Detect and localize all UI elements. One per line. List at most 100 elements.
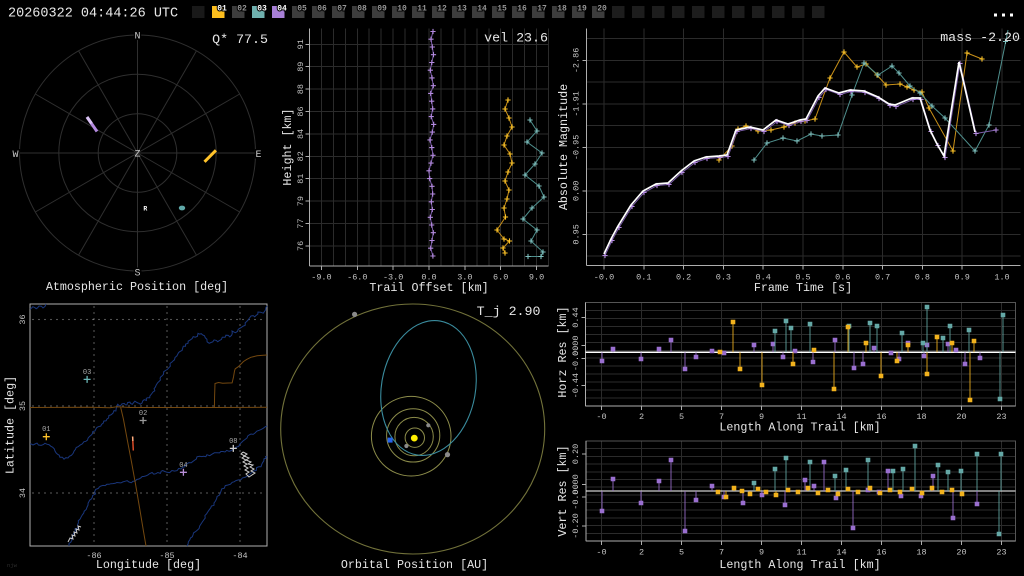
svg-text:2: 2	[639, 412, 644, 422]
svg-text:12: 12	[437, 5, 447, 14]
svg-text:Trail Offset [km]: Trail Offset [km]	[369, 281, 488, 295]
svg-text:Longitude [deg]: Longitude [deg]	[96, 558, 201, 572]
svg-text:14: 14	[836, 548, 846, 558]
svg-text:34: 34	[18, 488, 28, 498]
svg-text:mass -2.20: mass -2.20	[940, 30, 1020, 45]
svg-text:Frame Time [s]: Frame Time [s]	[754, 281, 852, 295]
svg-text:0.20: 0.20	[571, 444, 581, 464]
svg-text:23: 23	[996, 412, 1006, 422]
svg-text:20: 20	[956, 548, 966, 558]
svg-text:03: 03	[257, 5, 267, 14]
svg-text:04: 04	[277, 5, 287, 14]
svg-text:13: 13	[457, 5, 467, 14]
svg-text:76: 76	[296, 241, 306, 251]
svg-text:1.0: 1.0	[994, 273, 1009, 283]
svg-text:T_j 2.90: T_j 2.90	[477, 304, 541, 319]
svg-text:Atmospheric Position [deg]: Atmospheric Position [deg]	[46, 280, 228, 294]
svg-text:Length Along Trail [km]: Length Along Trail [km]	[719, 421, 880, 435]
svg-text:86: 86	[296, 106, 306, 116]
svg-text:-0: -0	[596, 412, 606, 422]
svg-text:0.9: 0.9	[955, 273, 970, 283]
svg-text:20: 20	[956, 412, 966, 422]
svg-text:91: 91	[296, 39, 306, 49]
svg-text:08: 08	[357, 5, 367, 14]
svg-text:N: N	[134, 32, 140, 43]
svg-text:E: E	[255, 150, 261, 161]
svg-text:Orbital Position [AU]: Orbital Position [AU]	[341, 558, 488, 572]
svg-text:20: 20	[597, 5, 607, 14]
svg-text:Latitude [deg]: Latitude [deg]	[3, 376, 17, 474]
svg-text:R: R	[143, 206, 147, 213]
svg-text:-0.95: -0.95	[572, 135, 582, 161]
svg-text:0.7: 0.7	[875, 273, 890, 283]
svg-text:11: 11	[417, 5, 427, 14]
svg-text:-0.20: -0.20	[571, 513, 581, 539]
svg-text:0.00: 0.00	[572, 181, 582, 201]
svg-text:84: 84	[296, 129, 306, 139]
svg-text:-0.0: -0.0	[594, 273, 614, 283]
svg-text:20260322 04:44:26 UTC: 20260322 04:44:26 UTC	[8, 7, 178, 22]
svg-text:0.2: 0.2	[676, 273, 691, 283]
svg-text:88: 88	[296, 84, 306, 94]
svg-text:Vert Res [km]: Vert Res [km]	[556, 445, 570, 536]
svg-text:89: 89	[296, 62, 306, 72]
svg-text:16: 16	[876, 548, 886, 558]
svg-text:06: 06	[317, 5, 327, 14]
svg-text:79: 79	[296, 196, 306, 206]
svg-text:0.8: 0.8	[915, 273, 930, 283]
svg-text:01: 01	[42, 426, 50, 434]
svg-text:-1.91: -1.91	[572, 91, 582, 117]
svg-text:0.44: 0.44	[571, 307, 581, 327]
svg-text:-0.00: -0.00	[571, 484, 581, 510]
svg-text:Horz Res [km]: Horz Res [km]	[556, 306, 570, 397]
svg-text:Absolute Magnitude: Absolute Magnitude	[557, 84, 571, 210]
svg-text:02: 02	[139, 410, 147, 418]
svg-text:njw: njw	[7, 562, 18, 569]
svg-text:-0.44: -0.44	[571, 373, 581, 399]
svg-text:0.3: 0.3	[716, 273, 731, 283]
svg-text:15: 15	[497, 5, 507, 14]
svg-text:-0.00: -0.00	[571, 346, 581, 372]
svg-text:82: 82	[296, 151, 306, 161]
svg-text:05: 05	[297, 5, 307, 14]
svg-text:-9.0: -9.0	[311, 273, 331, 283]
svg-text:Length Along Trail [km]: Length Along Trail [km]	[719, 558, 880, 572]
svg-text:07: 07	[337, 5, 347, 14]
svg-text:08: 08	[229, 438, 237, 446]
svg-text:Z: Z	[134, 150, 140, 161]
svg-text:17: 17	[537, 5, 547, 14]
svg-text:5: 5	[679, 412, 684, 422]
svg-text:W: W	[12, 150, 18, 161]
svg-text:6.0: 6.0	[493, 273, 508, 283]
svg-text:16: 16	[517, 5, 527, 14]
svg-text:9.0: 9.0	[529, 273, 544, 283]
svg-text:-0: -0	[596, 548, 606, 558]
svg-text:7: 7	[719, 548, 724, 558]
svg-text:-6.0: -6.0	[347, 273, 367, 283]
svg-text:-84: -84	[232, 551, 247, 561]
svg-text:9: 9	[759, 548, 764, 558]
svg-text:18: 18	[916, 548, 926, 558]
svg-text:Height [km]: Height [km]	[281, 108, 295, 185]
svg-text:2: 2	[639, 548, 644, 558]
svg-text:35: 35	[18, 401, 28, 411]
svg-text:0.95: 0.95	[572, 224, 582, 244]
svg-text:Q* 77.5: Q* 77.5	[212, 32, 268, 47]
svg-text:81: 81	[296, 174, 306, 184]
svg-text:23: 23	[996, 548, 1006, 558]
svg-text:02: 02	[237, 5, 247, 14]
svg-text:19: 19	[577, 5, 587, 14]
svg-text:01: 01	[217, 5, 227, 14]
svg-text:14: 14	[477, 5, 487, 14]
svg-text:11: 11	[796, 548, 806, 558]
svg-text:18: 18	[557, 5, 567, 14]
svg-text:36: 36	[18, 314, 28, 324]
svg-text:09: 09	[377, 5, 387, 14]
svg-text:04: 04	[179, 462, 187, 470]
svg-text:0.1: 0.1	[636, 273, 651, 283]
svg-text:vel 23.6: vel 23.6	[484, 31, 548, 46]
svg-text:18: 18	[916, 412, 926, 422]
svg-text:10: 10	[397, 5, 407, 14]
svg-text:03: 03	[83, 369, 91, 377]
svg-text:77: 77	[296, 218, 306, 228]
